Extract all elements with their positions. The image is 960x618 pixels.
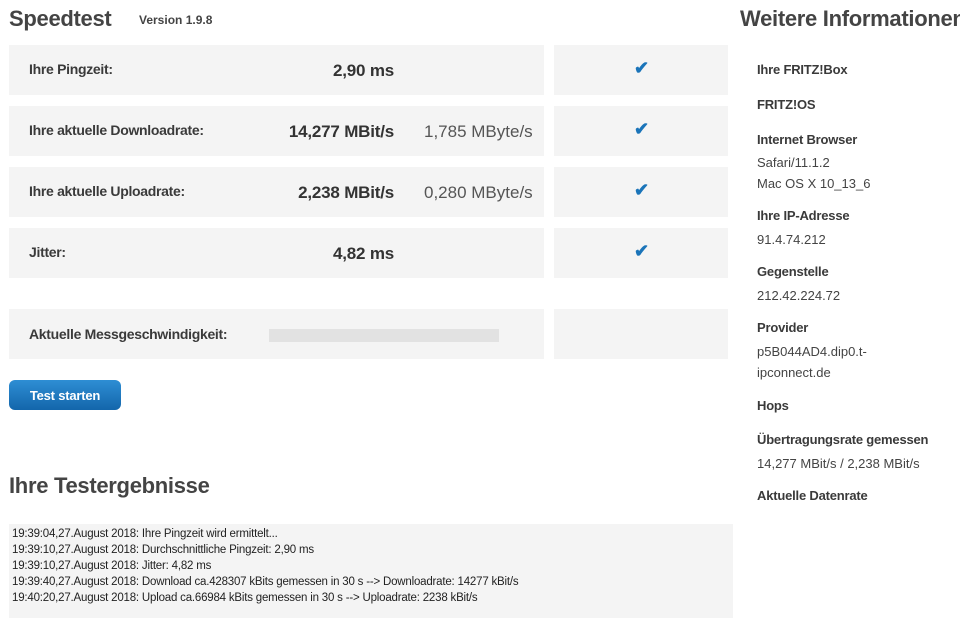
measurement-row: Aktuelle Messgeschwindigkeit: [9, 309, 544, 359]
provider-label: Provider [757, 320, 809, 335]
ip-label: Ihre IP-Adresse [757, 208, 850, 223]
upload-status-cell: ✔ [554, 167, 728, 217]
download-row: Ihre aktuelle Downloadrate: 14,277 MBit/… [9, 106, 544, 156]
upload-value-mbit: 2,238 MBit/s [298, 183, 394, 202]
log-line: 19:39:40,27.August 2018: Download ca.428… [12, 576, 519, 588]
rate-label: Übertragungsrate gemessen [757, 432, 929, 447]
fritzbox-label: Ihre FRITZ!Box [757, 62, 848, 77]
jitter-row: Jitter: 4,82 ms [9, 228, 544, 278]
download-value-mbyte: 1,785 MByte/s [424, 122, 533, 141]
ip-value: 91.4.74.212 [757, 232, 826, 247]
results-title: Ihre Testergebnisse [9, 473, 210, 498]
remote-value: 212.42.224.72 [757, 288, 841, 303]
results-log: 19:39:04,27.August 2018: Ihre Pingzeit w… [9, 524, 733, 618]
measurement-status-cell [554, 309, 728, 359]
measurement-label: Aktuelle Messgeschwindigkeit: [29, 326, 228, 342]
page-title: Speedtest [9, 6, 112, 31]
rate-value: 14,277 MBit/s / 2,238 MBit/s [757, 456, 920, 471]
log-line: 19:39:10,27.August 2018: Durchschnittlic… [12, 544, 314, 556]
download-label: Ihre aktuelle Downloadrate: [29, 122, 204, 138]
upload-label: Ihre aktuelle Uploadrate: [29, 183, 185, 199]
browser-label: Internet Browser [757, 132, 858, 147]
checkmark-icon: ✔ [634, 119, 650, 139]
ping-row: Ihre Pingzeit: 2,90 ms [9, 45, 544, 95]
download-status-cell: ✔ [554, 106, 728, 156]
log-line: 19:39:04,27.August 2018: Ihre Pingzeit w… [12, 528, 278, 540]
version-label: Version 1.9.8 [139, 13, 213, 27]
sidebar-title: Weitere Informationen [740, 6, 960, 31]
ping-label: Ihre Pingzeit: [29, 61, 113, 77]
fritzos-label: FRITZ!OS [757, 97, 816, 112]
start-test-button[interactable]: Test starten [9, 380, 121, 410]
provider-value-line1: p5B044AD4.dip0.t- [757, 344, 867, 359]
os-value: Mac OS X 10_13_6 [757, 176, 871, 191]
upload-row: Ihre aktuelle Uploadrate: 2,238 MBit/s 0… [9, 167, 544, 217]
provider-value-line2: ipconnect.de [757, 365, 831, 380]
datarate-label: Aktuelle Datenrate [757, 488, 868, 503]
checkmark-icon: ✔ [634, 58, 650, 78]
jitter-value: 4,82 ms [333, 244, 394, 263]
remote-label: Gegenstelle [757, 264, 829, 279]
checkmark-icon: ✔ [634, 241, 650, 261]
ping-value: 2,90 ms [333, 61, 394, 80]
log-line: 19:39:10,27.August 2018: Jitter: 4,82 ms [12, 560, 212, 572]
jitter-label: Jitter: [29, 244, 66, 260]
log-line: 19:40:20,27.August 2018: Upload ca.66984… [12, 592, 478, 604]
checkmark-icon: ✔ [634, 180, 650, 200]
upload-value-mbyte: 0,280 MByte/s [424, 183, 533, 202]
download-value-mbit: 14,277 MBit/s [288, 122, 394, 141]
hops-label: Hops [757, 398, 789, 413]
jitter-status-cell: ✔ [554, 228, 728, 278]
measurement-progress-bar [269, 329, 499, 342]
ping-status-cell: ✔ [554, 45, 728, 95]
browser-value: Safari/11.1.2 [757, 155, 830, 170]
